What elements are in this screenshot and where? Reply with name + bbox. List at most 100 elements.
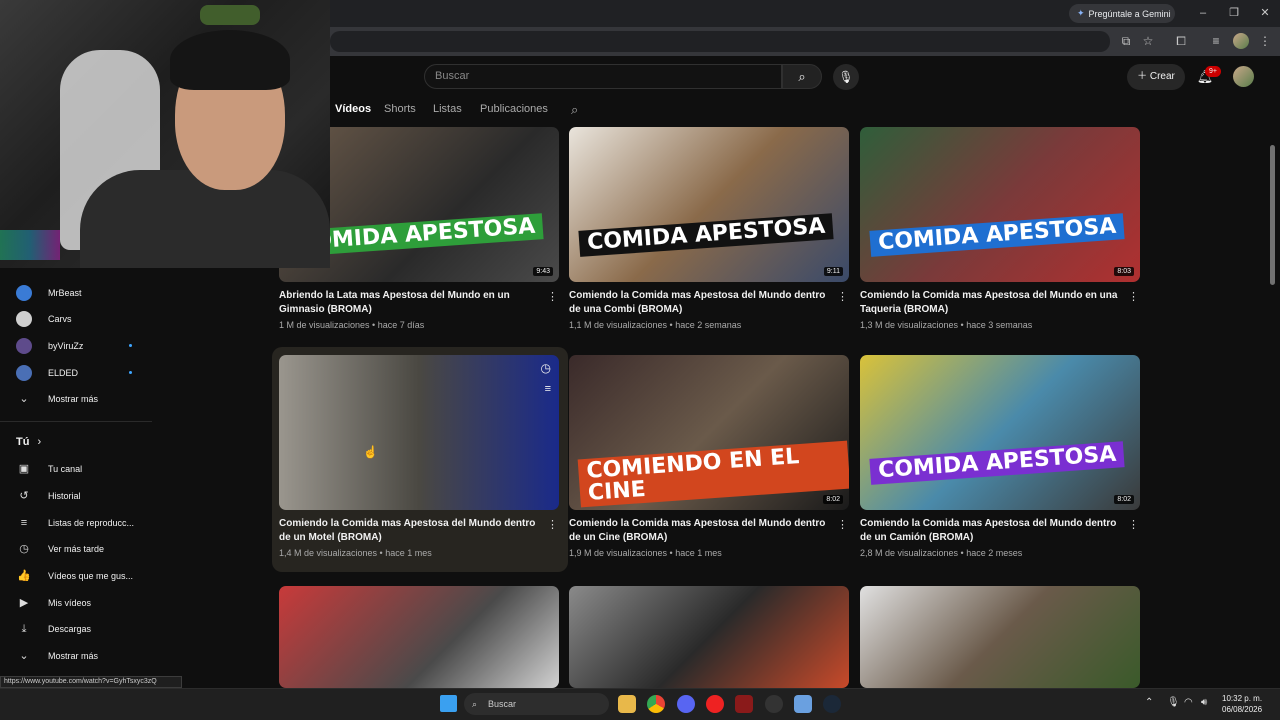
bookmark-star-icon[interactable]: ☆	[1140, 33, 1156, 49]
video-thumbnail[interactable]: ◷ ≡ ☝	[279, 355, 559, 510]
media-icon[interactable]: ≡	[1208, 33, 1224, 49]
video-title[interactable]: Comiendo la Comida mas Apestosa del Mund…	[569, 289, 831, 317]
new-content-dot	[129, 371, 132, 374]
extensions-icon[interactable]: ⧠	[1173, 33, 1189, 49]
tab-posts[interactable]: Publicaciones	[480, 103, 548, 115]
tab-shorts[interactable]: Shorts	[384, 103, 416, 115]
tab-playlists[interactable]: Listas	[433, 103, 462, 115]
sidebar-item-subscription[interactable]: byViruZz	[16, 336, 151, 356]
video-meta: 1,3 M de visualizaciones • hace 3 semana…	[860, 320, 1033, 330]
youtube-music-icon[interactable]	[706, 695, 724, 713]
video-duration: 8:02	[823, 495, 843, 504]
video-menu-icon[interactable]: ⋮	[547, 290, 558, 303]
windows-start-icon[interactable]	[440, 695, 457, 712]
video-thumbnail[interactable]: COMIDA APESTOSA 9:11	[569, 127, 849, 282]
profile-icon[interactable]	[1233, 33, 1249, 49]
avatar[interactable]	[1233, 66, 1254, 87]
app-icon[interactable]	[735, 695, 753, 713]
maximize-icon[interactable]: ❐	[1224, 4, 1244, 22]
add-to-queue-icon[interactable]: ≡	[545, 383, 551, 395]
video-title[interactable]: Comiendo la Comida mas Apestosa del Mund…	[860, 517, 1122, 545]
sidebar-item-label: Historial	[48, 491, 81, 501]
status-url: https://www.youtube.com/watch?v=GyhTsxyc…	[0, 676, 182, 688]
sidebar-item-thumbs-up[interactable]: 👍 Vídeos que me gus...	[16, 566, 151, 586]
channel-search-icon[interactable]: ⌕	[571, 102, 578, 118]
wifi-icon[interactable]: ◠	[1184, 697, 1193, 708]
tab-videos[interactable]: Vídeos	[335, 103, 371, 115]
tray-chevron-icon[interactable]: ⌃	[1145, 697, 1153, 708]
voice-search-button[interactable]: 🎙	[833, 64, 859, 90]
video-menu-icon[interactable]: ⋮	[1128, 290, 1139, 303]
taskbar-search-label: Buscar	[488, 699, 517, 709]
search-icon: ⌕	[472, 699, 478, 709]
taskbar	[0, 688, 1280, 720]
menu-kebab-icon[interactable]: ⋮	[1257, 33, 1273, 49]
video-thumbnail[interactable]	[279, 586, 559, 688]
sidebar-item-playlist[interactable]: ≡ Listas de reproducc...	[16, 513, 151, 533]
close-icon[interactable]: ✕	[1255, 4, 1275, 22]
notification-badge: 9+	[1205, 66, 1221, 77]
chevron-right-icon: ›	[37, 436, 42, 448]
mic-tray-icon[interactable]: 🎙︎	[1167, 697, 1180, 708]
video-thumbnail[interactable]	[860, 586, 1140, 688]
sidebar-item-subscription[interactable]: ELDED	[16, 363, 151, 383]
thumbnail-overlay-text: COMIENDO EN EL CINE	[577, 440, 849, 508]
sidebar-item-history[interactable]: ↺ Historial	[16, 486, 151, 506]
video-thumbnail[interactable]: COMIDA APESTOSA 8:03	[860, 127, 1140, 282]
plus-icon: ＋	[1137, 71, 1150, 82]
sidebar-item-download[interactable]: ⤓ Descargas	[16, 619, 151, 639]
gemini-button[interactable]: ✦ Pregúntale a Gemini	[1069, 4, 1175, 23]
my-videos-icon: ▶	[19, 597, 29, 609]
scrollbar[interactable]	[1270, 145, 1275, 285]
clock[interactable]: 10:32 p. m. 06/08/2026	[1222, 693, 1262, 715]
sidebar-you-heading[interactable]: Tú ›	[16, 432, 151, 452]
video-duration: 8:03	[1114, 267, 1134, 276]
video-title[interactable]: Comiendo la Comida mas Apestosa del Mund…	[279, 517, 541, 545]
sidebar-item-subscription[interactable]: MrBeast	[16, 283, 151, 303]
cast-icon[interactable]: ⧉	[1118, 33, 1134, 49]
thumbnail-overlay-text: COMIDA APESTOSA	[578, 213, 835, 257]
search-button[interactable]: ⌕	[782, 64, 822, 89]
search-input[interactable]: Buscar	[424, 64, 782, 89]
volume-icon[interactable]: 🔊︎	[1201, 697, 1207, 708]
video-title[interactable]: Abriendo la Lata mas Apestosa del Mundo …	[279, 289, 541, 317]
search-icon: ⌕	[798, 69, 806, 84]
show-more-subscriptions[interactable]: ⌄ Mostrar más	[16, 389, 151, 409]
video-meta: 1,1 M de visualizaciones • hace 2 semana…	[569, 320, 742, 330]
sidebar-item-subscription[interactable]: Carvs	[16, 309, 151, 329]
discord-icon[interactable]	[677, 695, 695, 713]
create-button[interactable]: ＋ Crear	[1127, 64, 1185, 90]
video-meta: 1,9 M de visualizaciones • hace 1 mes	[569, 548, 722, 558]
video-thumbnail[interactable]	[569, 586, 849, 688]
chrome-icon[interactable]	[647, 695, 665, 713]
video-thumbnail[interactable]: COMIDA APESTOSA 8:02	[860, 355, 1140, 510]
video-title[interactable]: Comiendo la Comida mas Apestosa del Mund…	[860, 289, 1122, 317]
channel-avatar	[16, 365, 32, 381]
video-thumbnail[interactable]: COMIENDO EN EL CINE 8:02	[569, 355, 849, 510]
sidebar-item-label: byViruZz	[48, 341, 84, 351]
sidebar-item-label: Carvs	[48, 314, 72, 324]
taskbar-search[interactable]: ⌕ Buscar	[464, 693, 609, 715]
file-explorer-icon[interactable]	[618, 695, 636, 713]
video-menu-icon[interactable]: ⋮	[547, 518, 558, 531]
sidebar-item-account-box[interactable]: ▣ Tu canal	[16, 459, 151, 479]
rgb-light	[0, 230, 60, 260]
sidebar-item-my-videos[interactable]: ▶ Mis vídeos	[16, 593, 151, 613]
address-bar[interactable]	[330, 31, 1110, 52]
video-meta: 1 M de visualizaciones • hace 7 días	[279, 320, 425, 330]
sidebar-divider	[0, 421, 152, 422]
video-title[interactable]: Comiendo la Comida mas Apestosa del Mund…	[569, 517, 831, 545]
sidebar-item-clock[interactable]: ◷ Ver más tarde	[16, 539, 151, 559]
watch-later-icon[interactable]: ◷	[541, 361, 551, 375]
show-more-you[interactable]: ⌄ Mostrar más	[16, 646, 151, 666]
obs-icon[interactable]	[765, 695, 783, 713]
app-icon[interactable]	[794, 695, 812, 713]
show-more-label: Mostrar más	[48, 651, 99, 661]
video-menu-icon[interactable]: ⋮	[837, 518, 848, 531]
minimize-icon[interactable]: –	[1193, 4, 1213, 22]
sidebar-item-label: Ver más tarde	[48, 544, 105, 554]
video-menu-icon[interactable]: ⋮	[837, 290, 848, 303]
sidebar-item-label: Mis vídeos	[48, 598, 92, 608]
steam-icon[interactable]	[823, 695, 841, 713]
video-menu-icon[interactable]: ⋮	[1128, 518, 1139, 531]
